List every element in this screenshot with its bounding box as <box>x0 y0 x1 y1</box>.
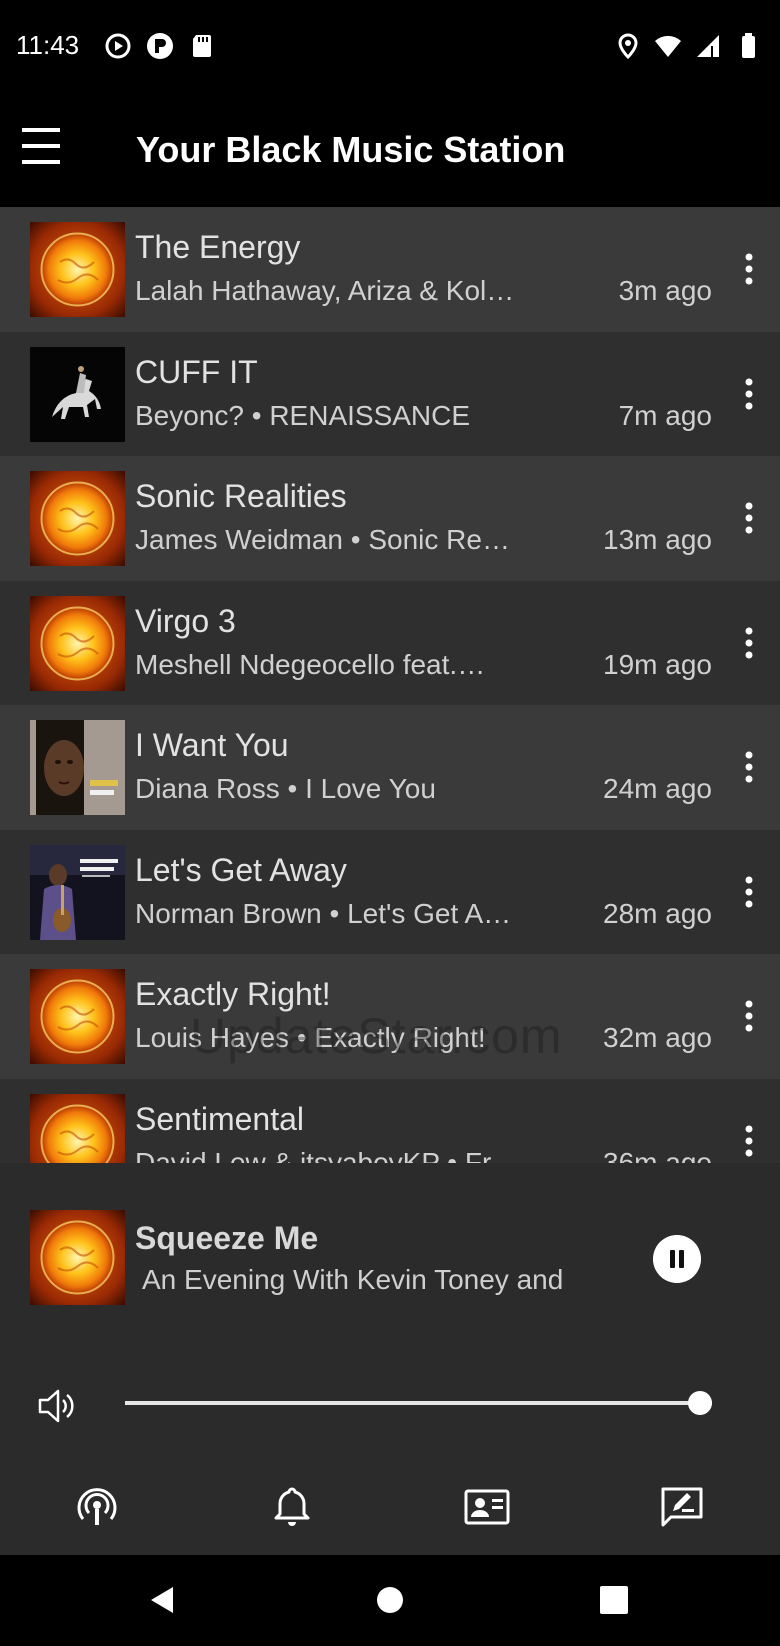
pause-button[interactable] <box>653 1235 701 1283</box>
track-time: 13m ago <box>603 524 712 555</box>
album-art <box>30 471 125 566</box>
track-title: Sentimental <box>135 1100 304 1137</box>
track-time: 19m ago <box>603 648 712 680</box>
status-time: 11:43 <box>16 30 80 60</box>
list-item[interactable]: CUFF IT Beyonc? • RENAISSANCE 7m ago <box>0 331 780 456</box>
system-nav-bar <box>0 1555 780 1646</box>
status-icons-right <box>614 32 762 60</box>
recents-icon[interactable] <box>597 1583 631 1617</box>
page-title: Your Black Music Station <box>136 129 566 170</box>
track-time: 24m ago <box>603 773 712 804</box>
back-icon[interactable] <box>145 1583 179 1617</box>
track-title: Exactly Right! <box>135 976 331 1012</box>
battery-icon <box>742 33 755 58</box>
location-icon <box>618 33 638 60</box>
album-art <box>30 346 125 442</box>
list-item[interactable]: Let's Get Away Norman Brown • Let's Get A… <box>0 829 780 954</box>
more-options-icon[interactable] <box>738 1121 760 1161</box>
list-item[interactable]: Virgo 3 Meshell Ndegeocello feat.… 19m ago <box>0 580 780 705</box>
podcast-icon[interactable] <box>73 1483 121 1531</box>
now-playing-art <box>30 1210 125 1305</box>
app-p-icon <box>147 33 173 59</box>
track-title: I Want You <box>135 727 289 763</box>
more-options-icon[interactable] <box>738 374 760 414</box>
track-list[interactable]: The Energy Lalah Hathaway, Ariza & Kol… 3m… <box>0 207 780 1163</box>
sd-card-icon <box>193 35 211 57</box>
track-artist-album: James Weidman • Sonic Re… <box>135 524 510 555</box>
list-item[interactable]: Exactly Right! Louis Hayes • Exactly Righ… <box>0 954 780 1079</box>
track-artist-album: Norman Brown • Let's Get A… <box>135 897 512 929</box>
track-title: The Energy <box>135 229 301 265</box>
album-art <box>30 844 125 940</box>
notification-icon[interactable] <box>268 1483 316 1531</box>
now-playing-subtitle: An Evening With Kevin Toney and <box>142 1264 564 1295</box>
album-art <box>30 222 125 317</box>
play-circle-icon <box>105 33 131 59</box>
track-time: 28m ago <box>603 897 712 929</box>
more-options-icon[interactable] <box>738 747 760 787</box>
volume-icon[interactable] <box>36 1385 78 1427</box>
album-art <box>30 595 125 691</box>
track-artist-album: Lalah Hathaway, Ariza & Kol… <box>135 275 515 306</box>
signal-icon <box>697 35 719 57</box>
album-art <box>30 720 125 815</box>
track-title: Virgo 3 <box>135 602 236 639</box>
track-title: CUFF IT <box>135 353 258 390</box>
track-title: Sonic Realities <box>135 478 347 514</box>
menu-icon[interactable] <box>20 124 64 168</box>
wifi-icon <box>655 35 681 57</box>
track-artist-album: Louis Hayes • Exactly Right! <box>135 1022 486 1053</box>
track-time: 7m ago <box>618 399 712 431</box>
now-playing-title: Squeeze Me <box>135 1220 319 1256</box>
list-item[interactable]: Sentimental David Lew & itsyaboyKP • Fr… 3… <box>0 1078 780 1164</box>
now-playing-bar[interactable]: Squeeze Me An Evening With Kevin Toney a… <box>0 1163 780 1353</box>
album-art <box>30 1093 125 1163</box>
more-options-icon[interactable] <box>738 498 760 538</box>
status-icons-left <box>104 32 216 60</box>
track-time: 36m ago <box>603 1146 712 1164</box>
list-item[interactable]: The Energy Lalah Hathaway, Ariza & Kol… 3m… <box>0 207 780 332</box>
more-options-icon[interactable] <box>738 996 760 1036</box>
contact-card-icon[interactable] <box>463 1483 511 1531</box>
more-options-icon[interactable] <box>738 872 760 912</box>
list-item[interactable]: I Want You Diana Ross • I Love You 24m ago <box>0 705 780 830</box>
track-title: Let's Get Away <box>135 851 347 888</box>
home-icon[interactable] <box>373 1583 407 1617</box>
album-art <box>30 969 125 1064</box>
more-options-icon[interactable] <box>738 249 760 289</box>
track-artist-album: Beyonc? • RENAISSANCE <box>135 399 471 431</box>
volume-slider-thumb[interactable] <box>688 1391 713 1415</box>
volume-control <box>0 1353 780 1463</box>
track-time: 32m ago <box>603 1022 712 1053</box>
track-artist-album: Diana Ross • I Love You <box>135 773 436 804</box>
track-artist-album: David Lew & itsyaboyKP • Fr… <box>135 1146 520 1164</box>
more-options-icon[interactable] <box>738 623 760 663</box>
track-artist-album: Meshell Ndegeocello feat.… <box>135 648 486 680</box>
app-bar: Your Black Music Station <box>0 96 780 206</box>
volume-slider-track[interactable] <box>125 1401 712 1405</box>
feedback-icon[interactable] <box>658 1483 706 1531</box>
track-time: 3m ago <box>618 275 712 306</box>
status-bar: 11:43 <box>0 0 780 96</box>
list-item[interactable]: Sonic Realities James Weidman • Sonic Re…… <box>0 456 780 581</box>
bottom-nav <box>0 1463 780 1555</box>
